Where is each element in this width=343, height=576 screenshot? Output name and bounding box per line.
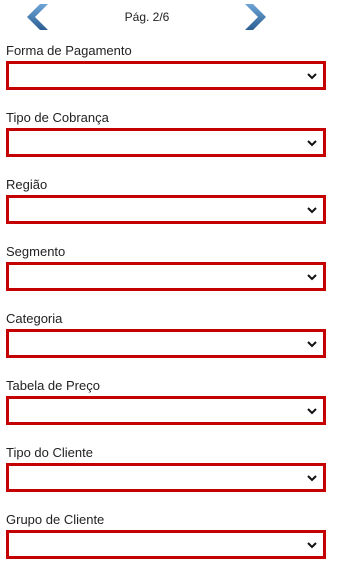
field-label: Segmento (6, 244, 66, 259)
field-label: Tipo de Cobrança (6, 110, 109, 125)
chevron-down-icon (307, 73, 317, 80)
segmento-select[interactable] (6, 262, 326, 291)
chevron-right-icon (245, 4, 266, 30)
chevron-down-icon (307, 207, 317, 214)
chevron-down-icon (307, 542, 317, 549)
tipo-de-cobranca-select[interactable] (6, 128, 326, 157)
tipo-do-cliente-select[interactable] (6, 463, 326, 492)
previous-page-button[interactable] (22, 2, 52, 32)
field-forma-de-pagamento: Forma de Pagamento (6, 43, 326, 90)
page-indicator: Pág. 2/6 (124, 10, 170, 24)
field-tipo-de-cobranca: Tipo de Cobrança (6, 110, 326, 157)
field-categoria: Categoria (6, 311, 326, 358)
field-label: Forma de Pagamento (6, 43, 132, 58)
next-page-button[interactable] (241, 2, 271, 32)
forma-de-pagamento-select[interactable] (6, 61, 326, 90)
chevron-left-icon (27, 4, 48, 30)
field-segmento: Segmento (6, 244, 326, 291)
field-tipo-do-cliente: Tipo do Cliente (6, 445, 326, 492)
field-label: Categoria (6, 311, 63, 326)
field-label: Tabela de Preço (6, 378, 100, 393)
field-grupo-de-cliente: Grupo de Cliente (6, 512, 326, 559)
regiao-select[interactable] (6, 195, 326, 224)
pagination-bar: Pág. 2/6 (0, 0, 343, 36)
chevron-down-icon (307, 341, 317, 348)
chevron-down-icon (307, 475, 317, 482)
field-tabela-de-preco: Tabela de Preço (6, 378, 326, 425)
grupo-de-cliente-select[interactable] (6, 530, 326, 559)
field-regiao: Região (6, 177, 326, 224)
tabela-de-preco-select[interactable] (6, 396, 326, 425)
field-label: Grupo de Cliente (6, 512, 105, 527)
categoria-select[interactable] (6, 329, 326, 358)
chevron-down-icon (307, 274, 317, 281)
chevron-down-icon (307, 140, 317, 147)
chevron-down-icon (307, 408, 317, 415)
field-label: Tipo do Cliente (6, 445, 93, 460)
field-label: Região (6, 177, 48, 192)
